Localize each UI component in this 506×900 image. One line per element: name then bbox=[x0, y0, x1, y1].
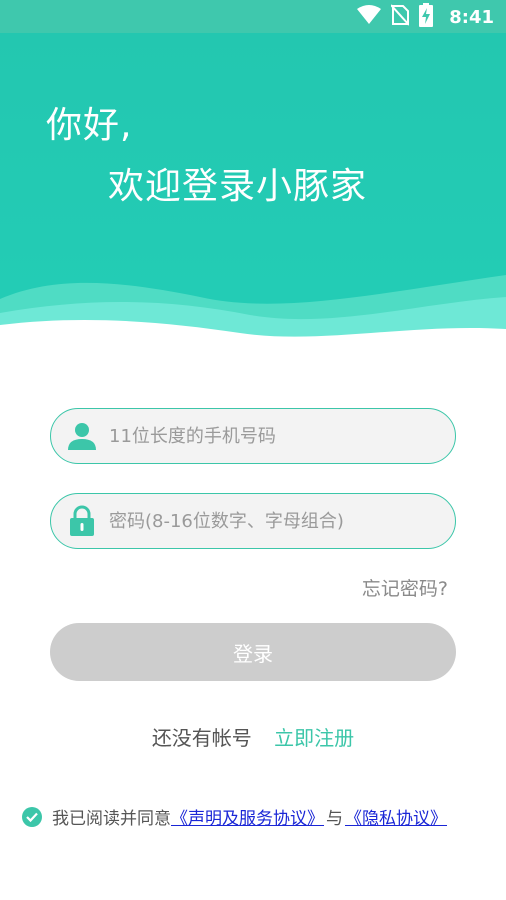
privacy-link[interactable]: 《隐私协议》 bbox=[345, 804, 447, 829]
password-field[interactable] bbox=[50, 493, 456, 549]
phone-field[interactable] bbox=[50, 408, 456, 464]
wave-decoration bbox=[0, 275, 506, 343]
greeting-text: 你好, bbox=[46, 105, 133, 146]
lock-icon bbox=[65, 504, 99, 538]
agreement-checkbox-icon[interactable] bbox=[22, 806, 42, 827]
no-sim-icon bbox=[390, 4, 410, 30]
status-time: 8:41 bbox=[449, 6, 494, 28]
agreement-prefix: 我已阅读并同意 bbox=[52, 809, 171, 829]
register-row: 还没有帐号 立即注册 bbox=[0, 722, 506, 751]
phone-input[interactable] bbox=[109, 425, 429, 447]
welcome-text: 欢迎登录小豚家 bbox=[108, 166, 368, 207]
register-link[interactable]: 立即注册 bbox=[274, 726, 354, 750]
password-input[interactable] bbox=[109, 510, 429, 532]
no-account-text: 还没有帐号 bbox=[151, 726, 252, 750]
status-icons: 8:41 bbox=[357, 3, 494, 31]
wifi-icon bbox=[357, 5, 382, 29]
terms-link[interactable]: 《声明及服务协议》 bbox=[171, 804, 324, 829]
agreement-joiner: 与 bbox=[326, 809, 343, 829]
forgot-password-link[interactable]: 忘记密码? bbox=[362, 574, 448, 601]
hero-banner: 你好, 欢迎登录小豚家 bbox=[0, 33, 506, 343]
user-icon bbox=[65, 419, 99, 453]
battery-charging-icon bbox=[419, 3, 434, 31]
login-button[interactable]: 登录 bbox=[50, 623, 456, 681]
agreement-row: 我已阅读并同意 《声明及服务协议》 与 《隐私协议》 bbox=[22, 804, 447, 829]
status-bar: 8:41 bbox=[0, 0, 506, 33]
